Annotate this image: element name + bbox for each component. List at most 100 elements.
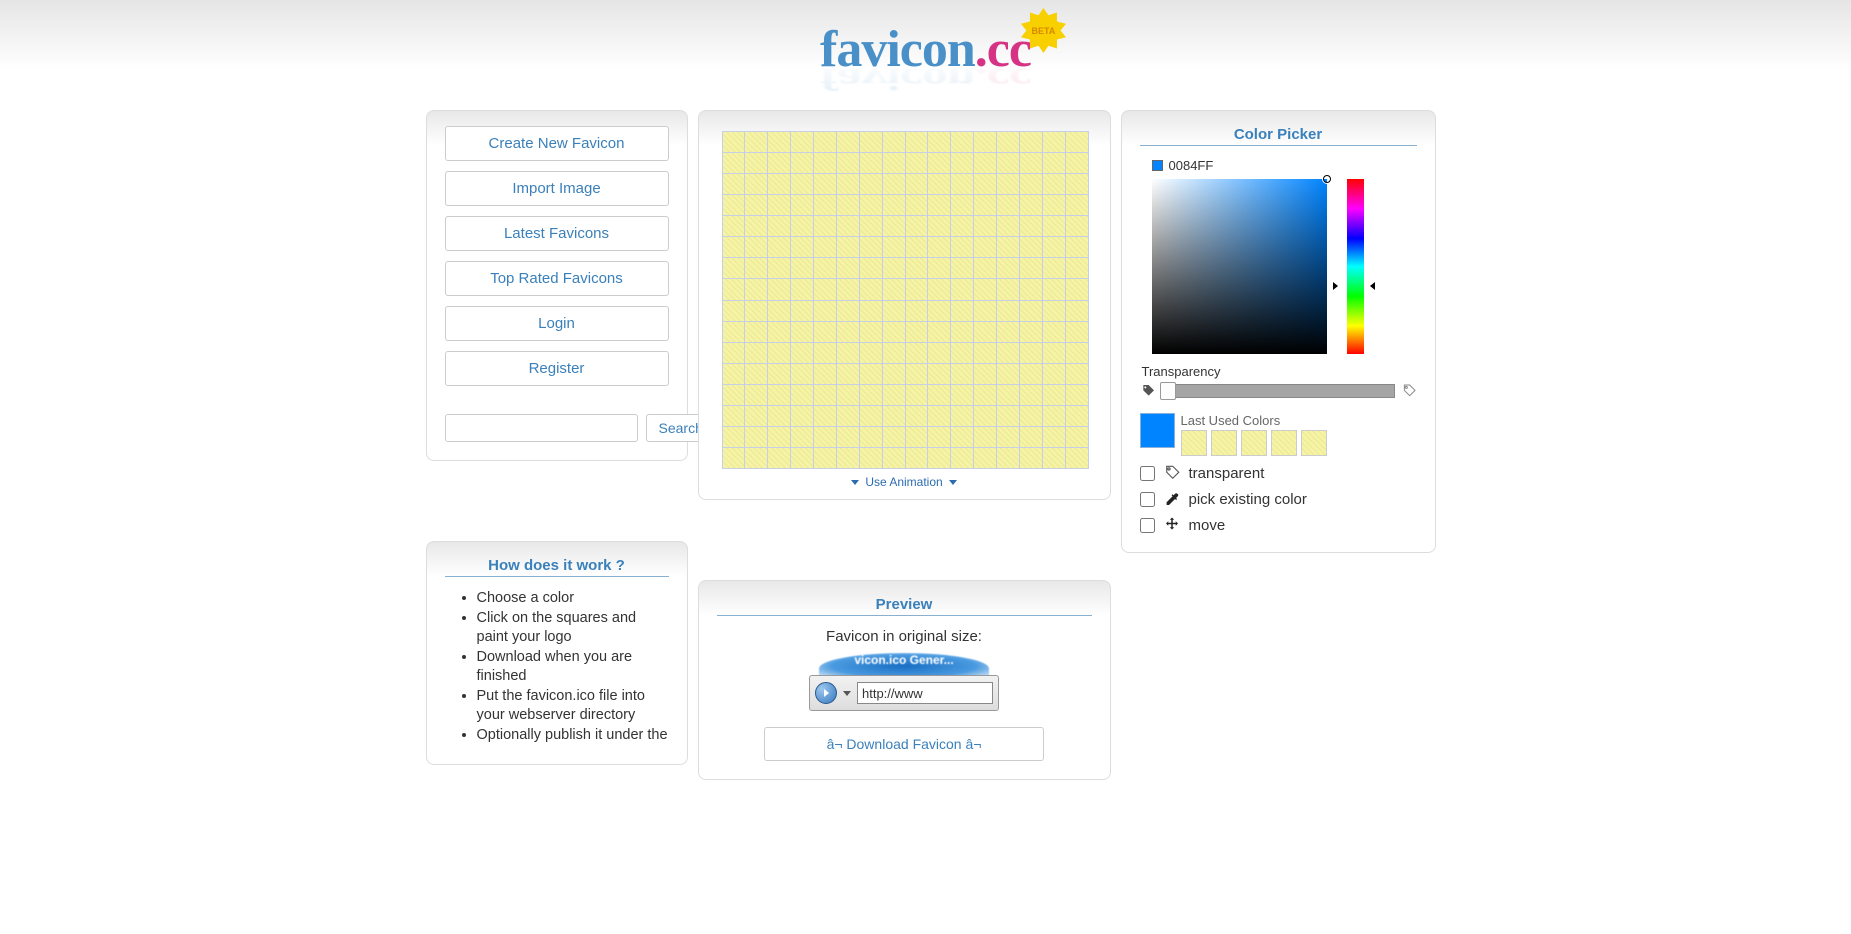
pixel-cell[interactable] [1020,301,1042,321]
pixel-cell[interactable] [1066,153,1088,173]
selected-color-swatch[interactable] [1140,413,1175,448]
pixel-cell[interactable] [837,301,859,321]
pixel-cell[interactable] [906,406,928,426]
pixel-cell[interactable] [928,237,950,257]
pixel-cell[interactable] [928,174,950,194]
pixel-cell[interactable] [837,153,859,173]
pixel-cell[interactable] [883,195,905,215]
pixel-cell[interactable] [883,301,905,321]
pixel-cell[interactable] [860,343,882,363]
pixel-cell[interactable] [1066,301,1088,321]
pixel-cell[interactable] [883,153,905,173]
pixel-cell[interactable] [1066,385,1088,405]
pixel-cell[interactable] [768,153,790,173]
pixel-cell[interactable] [951,216,973,236]
pixel-cell[interactable] [997,343,1019,363]
pixel-cell[interactable] [883,385,905,405]
pixel-cell[interactable] [814,279,836,299]
pixel-cell[interactable] [1020,448,1042,468]
pixel-cell[interactable] [906,343,928,363]
pixel-cell[interactable] [814,385,836,405]
pixel-cell[interactable] [768,322,790,342]
pixel-cell[interactable] [814,195,836,215]
pick-color-checkbox[interactable] [1140,492,1155,507]
pixel-cell[interactable] [768,364,790,384]
pixel-cell[interactable] [1066,258,1088,278]
pixel-cell[interactable] [791,258,813,278]
pixel-cell[interactable] [860,385,882,405]
pixel-cell[interactable] [1066,216,1088,236]
pixel-cell[interactable] [745,216,767,236]
used-color-swatch[interactable] [1301,430,1327,456]
pixel-cell[interactable] [997,195,1019,215]
pixel-cell[interactable] [928,195,950,215]
pixel-cell[interactable] [951,343,973,363]
pixel-cell[interactable] [1020,364,1042,384]
transparent-checkbox[interactable] [1140,466,1155,481]
pixel-cell[interactable] [837,364,859,384]
pixel-cell[interactable] [1066,132,1088,152]
pixel-cell[interactable] [997,258,1019,278]
pixel-cell[interactable] [1043,385,1065,405]
pixel-cell[interactable] [951,406,973,426]
pixel-cell[interactable] [768,132,790,152]
pixel-cell[interactable] [837,174,859,194]
pixel-cell[interactable] [723,195,745,215]
pixel-cell[interactable] [997,448,1019,468]
pixel-cell[interactable] [791,216,813,236]
pixel-cell[interactable] [883,448,905,468]
pixel-cell[interactable] [1043,216,1065,236]
nav-register[interactable]: Register [445,351,669,386]
pixel-cell[interactable] [814,153,836,173]
pixel-cell[interactable] [860,153,882,173]
pixel-cell[interactable] [1066,174,1088,194]
pixel-cell[interactable] [791,195,813,215]
sv-cursor-icon[interactable] [1323,175,1331,183]
pixel-cell[interactable] [1066,343,1088,363]
pixel-cell[interactable] [906,195,928,215]
pixel-cell[interactable] [814,174,836,194]
pixel-cell[interactable] [723,153,745,173]
pixel-cell[interactable] [906,153,928,173]
pixel-cell[interactable] [906,427,928,447]
pixel-cell[interactable] [1020,322,1042,342]
pixel-cell[interactable] [1020,258,1042,278]
pixel-cell[interactable] [837,343,859,363]
pixel-cell[interactable] [928,279,950,299]
pixel-cell[interactable] [1066,195,1088,215]
pixel-cell[interactable] [791,174,813,194]
pixel-cell[interactable] [883,174,905,194]
pixel-cell[interactable] [928,385,950,405]
pixel-cell[interactable] [791,406,813,426]
pixel-cell[interactable] [974,258,996,278]
pixel-cell[interactable] [883,279,905,299]
pixel-cell[interactable] [1020,195,1042,215]
pixel-cell[interactable] [723,385,745,405]
pixel-cell[interactable] [997,427,1019,447]
saturation-value-picker[interactable] [1152,179,1327,354]
pixel-cell[interactable] [837,279,859,299]
pixel-cell[interactable] [906,174,928,194]
pixel-cell[interactable] [768,406,790,426]
pixel-cell[interactable] [1066,448,1088,468]
pixel-cell[interactable] [814,322,836,342]
pixel-cell[interactable] [723,322,745,342]
pixel-cell[interactable] [837,258,859,278]
pixel-cell[interactable] [1043,174,1065,194]
pixel-cell[interactable] [951,237,973,257]
pixel-cell[interactable] [1020,237,1042,257]
used-color-swatch[interactable] [1241,430,1267,456]
pixel-cell[interactable] [997,237,1019,257]
pixel-cell[interactable] [974,322,996,342]
pixel-cell[interactable] [860,364,882,384]
pixel-cell[interactable] [1043,237,1065,257]
pixel-cell[interactable] [768,216,790,236]
pixel-cell[interactable] [906,385,928,405]
pixel-cell[interactable] [883,258,905,278]
pixel-cell[interactable] [906,258,928,278]
pixel-cell[interactable] [745,364,767,384]
pixel-cell[interactable] [951,279,973,299]
pixel-cell[interactable] [837,237,859,257]
pixel-cell[interactable] [837,406,859,426]
pixel-cell[interactable] [814,258,836,278]
